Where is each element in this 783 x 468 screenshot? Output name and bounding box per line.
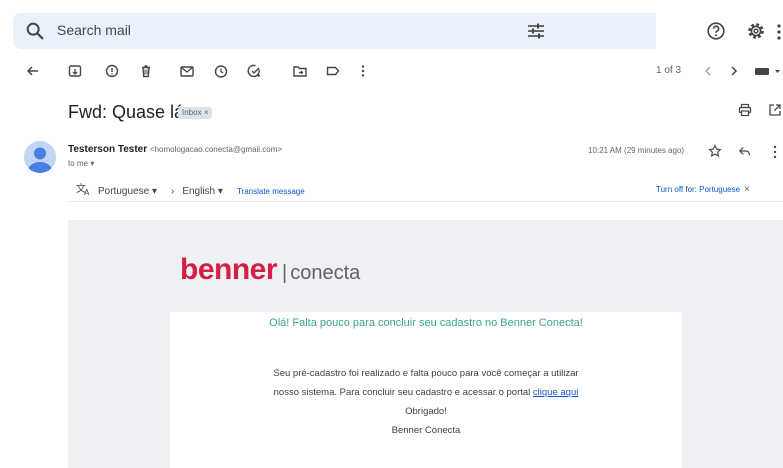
settings-gear-icon[interactable]	[745, 20, 767, 42]
logo-brand: benner	[180, 253, 278, 286]
archive-icon[interactable]	[67, 63, 83, 79]
benner-conecta-logo: benner | conecta	[180, 252, 360, 293]
reply-icon[interactable]	[738, 144, 752, 158]
body-line-1: Seu pré-cadastro foi realizado e falta p…	[273, 368, 579, 379]
older-chevron-right-icon[interactable]	[726, 63, 742, 79]
delete-trash-icon[interactable]	[138, 63, 154, 79]
translate-message-link[interactable]: Translate message	[237, 185, 305, 199]
inbox-label-text: Inbox	[182, 108, 202, 117]
message-more-icon[interactable]	[771, 144, 779, 160]
print-icon[interactable]	[737, 102, 753, 118]
star-icon[interactable]	[708, 144, 722, 158]
input-tools-keyboard-icon[interactable]	[753, 63, 783, 79]
target-language-select[interactable]: English ▾	[182, 185, 223, 199]
move-to-folder-icon[interactable]	[292, 63, 308, 79]
source-language-text: Portuguese	[98, 185, 150, 197]
thanks-text: Obrigado!	[405, 406, 447, 417]
label-tag-icon[interactable]	[325, 63, 341, 79]
more-vertical-icon[interactable]	[775, 22, 783, 42]
sender-avatar[interactable]	[24, 141, 56, 173]
body-line-2: nosso sistema. Para concluir seu cadastr…	[273, 387, 531, 398]
email-greeting: Olá! Falta pouco para concluir seu cadas…	[269, 317, 583, 329]
turn-off-translate: Turn off for: Portuguese ×	[656, 184, 750, 196]
arrow-right-icon: ›	[170, 185, 175, 197]
turn-off-translate-link[interactable]: Turn off for: Portuguese	[656, 185, 740, 194]
email-subject: Fwd: Quase lá	[68, 102, 185, 122]
svg-text:A: A	[84, 188, 90, 196]
report-spam-icon[interactable]	[104, 63, 120, 79]
translate-icon: 文A	[76, 182, 92, 201]
search-options-icon[interactable]	[526, 22, 546, 40]
recipients-dropdown[interactable]: to me ▾	[68, 159, 94, 169]
chevron-down-icon: ▾	[217, 185, 223, 197]
divider	[68, 201, 783, 202]
logo-product: conecta	[290, 262, 361, 284]
more-options-icon[interactable]	[355, 63, 371, 79]
mark-unread-mail-icon[interactable]	[179, 63, 195, 79]
remove-label-icon[interactable]: ×	[204, 108, 209, 117]
back-arrow-icon[interactable]	[25, 63, 41, 79]
sender-email: <homologacao.conecta@gmail.com>	[149, 145, 283, 154]
open-new-window-icon[interactable]	[767, 102, 783, 118]
close-icon[interactable]: ×	[744, 184, 750, 195]
help-icon[interactable]	[705, 20, 727, 42]
snooze-clock-icon[interactable]	[213, 63, 229, 79]
email-signoff: Obrigado! Benner Conecta	[170, 402, 682, 440]
chevron-down-icon: ▾	[151, 185, 157, 197]
search-input[interactable]	[57, 14, 497, 46]
search-icon[interactable]	[24, 20, 46, 42]
translate-bar: 文A Portuguese ▾ › English ▾ Translate me…	[76, 182, 305, 201]
email-card: Olá! Falta pouco para concluir seu cadas…	[170, 312, 682, 468]
target-language-text: English	[182, 185, 216, 197]
pager-count: 1 of 3	[656, 65, 682, 76]
email-body-text: Seu pré-cadastro foi realizado e falta p…	[170, 364, 682, 402]
source-language-select[interactable]: Portuguese ▾	[98, 185, 157, 199]
inbox-label-badge[interactable]: Inbox ×	[178, 107, 213, 119]
signature-text: Benner Conecta	[391, 425, 461, 436]
logo-separator: |	[282, 262, 288, 284]
add-to-tasks-icon[interactable]	[246, 63, 262, 79]
sender-name[interactable]: Testerson Tester	[68, 144, 147, 155]
message-timestamp: 10:21 AM (29 minutes ago)	[588, 146, 685, 155]
default-avatar-icon	[24, 141, 56, 173]
sender-line: Testerson Tester <homologacao.conecta@gm…	[68, 144, 282, 156]
newer-chevron-left-icon[interactable]	[700, 63, 716, 79]
register-link[interactable]: clique aqui	[533, 387, 578, 398]
